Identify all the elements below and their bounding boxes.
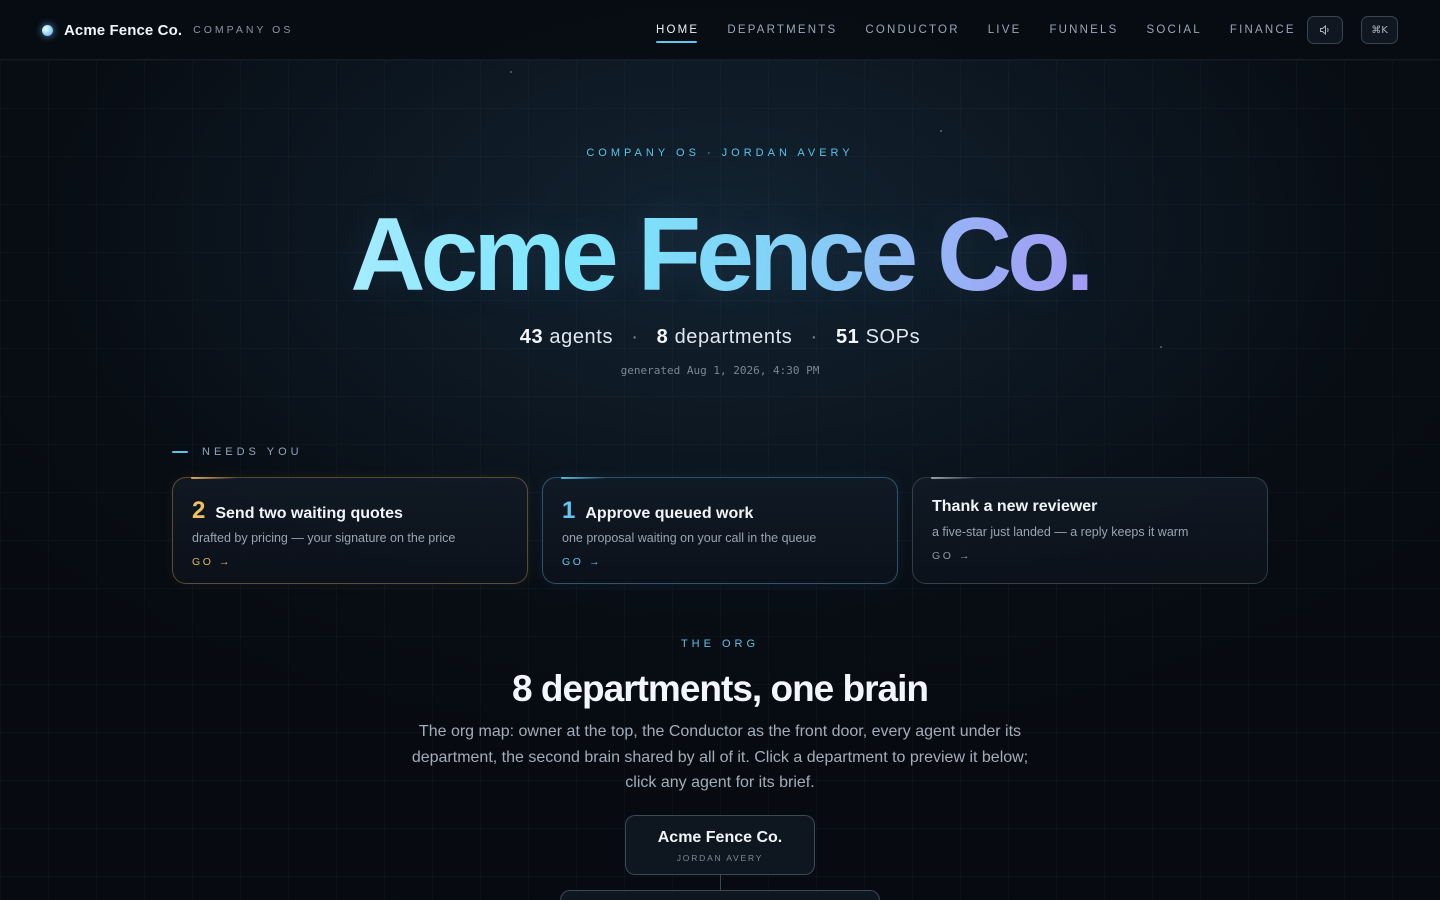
needs-you-label: NEEDS YOU [172,446,303,458]
card-go-link[interactable]: GO → [932,550,972,562]
nav-link-funnels[interactable]: FUNNELS [1049,0,1118,60]
org-connector-line [720,875,721,891]
stats-separator: · [631,326,639,348]
card-title: Approve queued work [585,505,754,522]
org-description: The org map: owner at the top, the Condu… [411,723,1029,791]
hero-title-part: Co. [937,197,1095,313]
owner-subtitle: JORDAN AVERY [676,853,764,863]
hero-eyebrow: COMPANY OS · JORDAN AVERY [586,147,854,159]
top-nav: Acme Fence Co. COMPANY OS HOME DEPARTMEN… [0,0,1440,60]
org-eyebrow: THE ORG [680,638,760,650]
hero-stats: 43 agents · 8 departments · 51 SOPs [0,326,1440,349]
nav-link-live[interactable]: LIVE [988,0,1022,60]
departments-count: 8 [656,326,669,348]
hero-title: Acme Fence Co. [0,190,1440,320]
needs-you-card-queue[interactable]: 1 Approve queued work one proposal waiti… [542,477,898,584]
nav-link-departments[interactable]: DEPARTMENTS [727,0,837,60]
card-go-link[interactable]: GO → [562,556,602,568]
card-head: 2 Send two waiting quotes [192,497,403,525]
agents-label: agents [549,326,614,348]
card-description: drafted by pricing — your signature on t… [192,531,456,545]
brand-logo-icon [42,24,53,36]
brand-name: Acme Fence Co. [64,21,183,39]
command-palette-button[interactable]: ⌘K [1361,16,1398,44]
generated-timestamp: generated Aug 1, 2026, 4:30 PM [620,364,820,377]
nav-link-social[interactable]: SOCIAL [1147,0,1202,60]
nav-link-finance[interactable]: FINANCE [1230,0,1296,60]
agents-count: 43 [519,326,544,348]
brand-subtitle: COMPANY OS [193,24,294,36]
org-title: 8 departments, one brain [512,668,929,709]
needs-you-card-quotes[interactable]: 2 Send two waiting quotes drafted by pri… [172,477,528,584]
sops-count: 51 [835,326,860,348]
card-description: one proposal waiting on your call in the… [562,531,817,545]
speaker-icon [1320,24,1329,36]
card-head: Thank a new reviewer [932,498,1097,516]
card-go-link[interactable]: GO → [192,556,232,568]
nav-links: HOME DEPARTMENTS CONDUCTOR LIVE FUNNELS … [656,0,1324,60]
card-head: 1 Approve queued work [562,497,753,525]
card-title: Send two waiting quotes [215,505,403,522]
org-conductor-node[interactable] [560,890,880,900]
sops-label: SOPs [865,326,921,348]
hero-title-part: Acme [350,197,638,313]
background-star [940,130,942,132]
nav-link-conductor[interactable]: CONDUCTOR [865,0,959,60]
card-count: 2 [192,497,206,524]
needs-you-label-text: NEEDS YOU [202,446,303,458]
needs-you-card-reviewer[interactable]: Thank a new reviewer a five-star just la… [912,477,1268,584]
owner-name: Acme Fence Co. [657,829,783,846]
brand[interactable]: Acme Fence Co. COMPANY OS [42,0,293,60]
sound-toggle-button[interactable] [1307,16,1343,44]
background-star [510,71,512,73]
org-owner-node[interactable]: Acme Fence Co. JORDAN AVERY [625,815,815,875]
hero-title-part: Fence [637,197,938,313]
card-description: a five-star just landed — a reply keeps … [932,525,1189,539]
stats-separator: · [810,326,818,348]
card-title: Thank a new reviewer [932,498,1098,515]
departments-label: departments [674,326,793,348]
label-dash [172,451,188,453]
nav-link-home[interactable]: HOME [656,0,699,60]
card-count: 1 [562,497,576,524]
